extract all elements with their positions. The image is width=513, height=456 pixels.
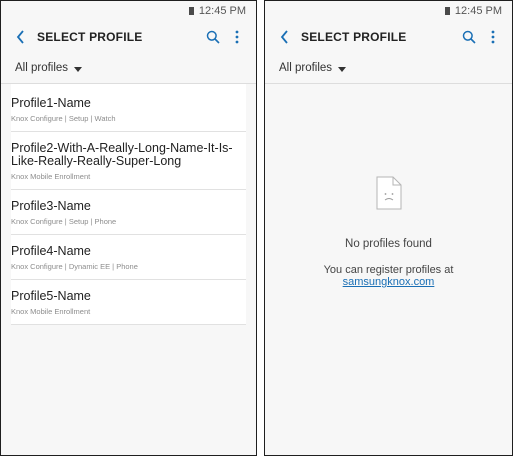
more-vertical-icon — [491, 30, 495, 44]
profile-item-4[interactable]: Profile4-Name Knox Configure | Dynamic E… — [11, 235, 246, 280]
profile-filter-dropdown[interactable]: All profiles — [265, 53, 512, 84]
profile-detail: Knox Mobile Enrollment — [11, 172, 91, 181]
profile-item-3[interactable]: Profile3-Name Knox Configure | Setup | P… — [11, 190, 246, 235]
filter-label: All profiles — [15, 62, 69, 74]
status-time: 12:45 PM — [198, 5, 246, 17]
dropdown-arrow-icon — [338, 66, 347, 72]
filter-label: All profiles — [279, 62, 333, 74]
profile-detail: Knox Configure | Dynamic EE | Phone — [11, 262, 138, 271]
profile-item-5[interactable]: Profile5-Name Knox Mobile Enrollment — [11, 280, 246, 325]
chevron-left-icon — [280, 30, 288, 44]
status-time: 12:45 PM — [454, 5, 502, 17]
dropdown-arrow-icon — [74, 66, 83, 72]
app-bar: SELECT PROFILE — [1, 21, 256, 53]
profile-detail: Knox Configure | Setup | Watch — [11, 114, 116, 123]
profile-name: Profile3-Name — [11, 199, 91, 213]
profile-name: Profile4-Name — [11, 244, 91, 258]
back-button[interactable] — [277, 27, 291, 47]
chevron-left-icon — [16, 30, 24, 44]
status-bar: 12:45 PM — [265, 1, 512, 21]
profile-name: Profile5-Name — [11, 289, 91, 303]
profile-filter-dropdown[interactable]: All profiles — [1, 53, 256, 84]
search-button[interactable] — [460, 27, 478, 47]
battery-icon — [444, 7, 450, 15]
search-icon — [462, 30, 476, 44]
app-bar: SELECT PROFILE — [265, 21, 512, 53]
back-button[interactable] — [13, 27, 27, 47]
page-title: SELECT PROFILE — [37, 30, 143, 44]
profile-item-2[interactable]: Profile2-With-A-Really-Long-Name-It-Is-L… — [11, 132, 246, 190]
search-button[interactable] — [204, 27, 222, 47]
more-options-button[interactable] — [484, 27, 502, 47]
profile-name: Profile1-Name — [11, 96, 91, 110]
status-bar: 12:45 PM — [1, 1, 256, 21]
sad-document-icon — [376, 176, 401, 210]
search-icon — [206, 30, 220, 44]
empty-state: No profiles found You can register profi… — [265, 176, 512, 288]
profile-name: Profile2-With-A-Really-Long-Name-It-Is-L… — [11, 141, 233, 168]
profile-item-1[interactable]: Profile1-Name Knox Configure | Setup | W… — [11, 84, 246, 132]
empty-profile-screen: 12:45 PM SELECT PROFILE All profiles No … — [264, 0, 513, 456]
empty-title: No profiles found — [345, 238, 432, 250]
profile-detail: Knox Configure | Setup | Phone — [11, 217, 117, 226]
empty-message: You can register profiles at — [323, 264, 454, 276]
page-title: SELECT PROFILE — [301, 30, 407, 44]
more-options-button[interactable] — [228, 27, 246, 47]
profile-list-screen: 12:45 PM SELECT PROFILE All profiles Pro… — [0, 0, 257, 456]
more-vertical-icon — [235, 30, 239, 44]
register-link[interactable]: samsungknox.com — [343, 276, 435, 288]
battery-icon — [188, 7, 194, 15]
profile-list: Profile1-Name Knox Configure | Setup | W… — [11, 84, 246, 325]
profile-detail: Knox Mobile Enrollment — [11, 307, 91, 316]
